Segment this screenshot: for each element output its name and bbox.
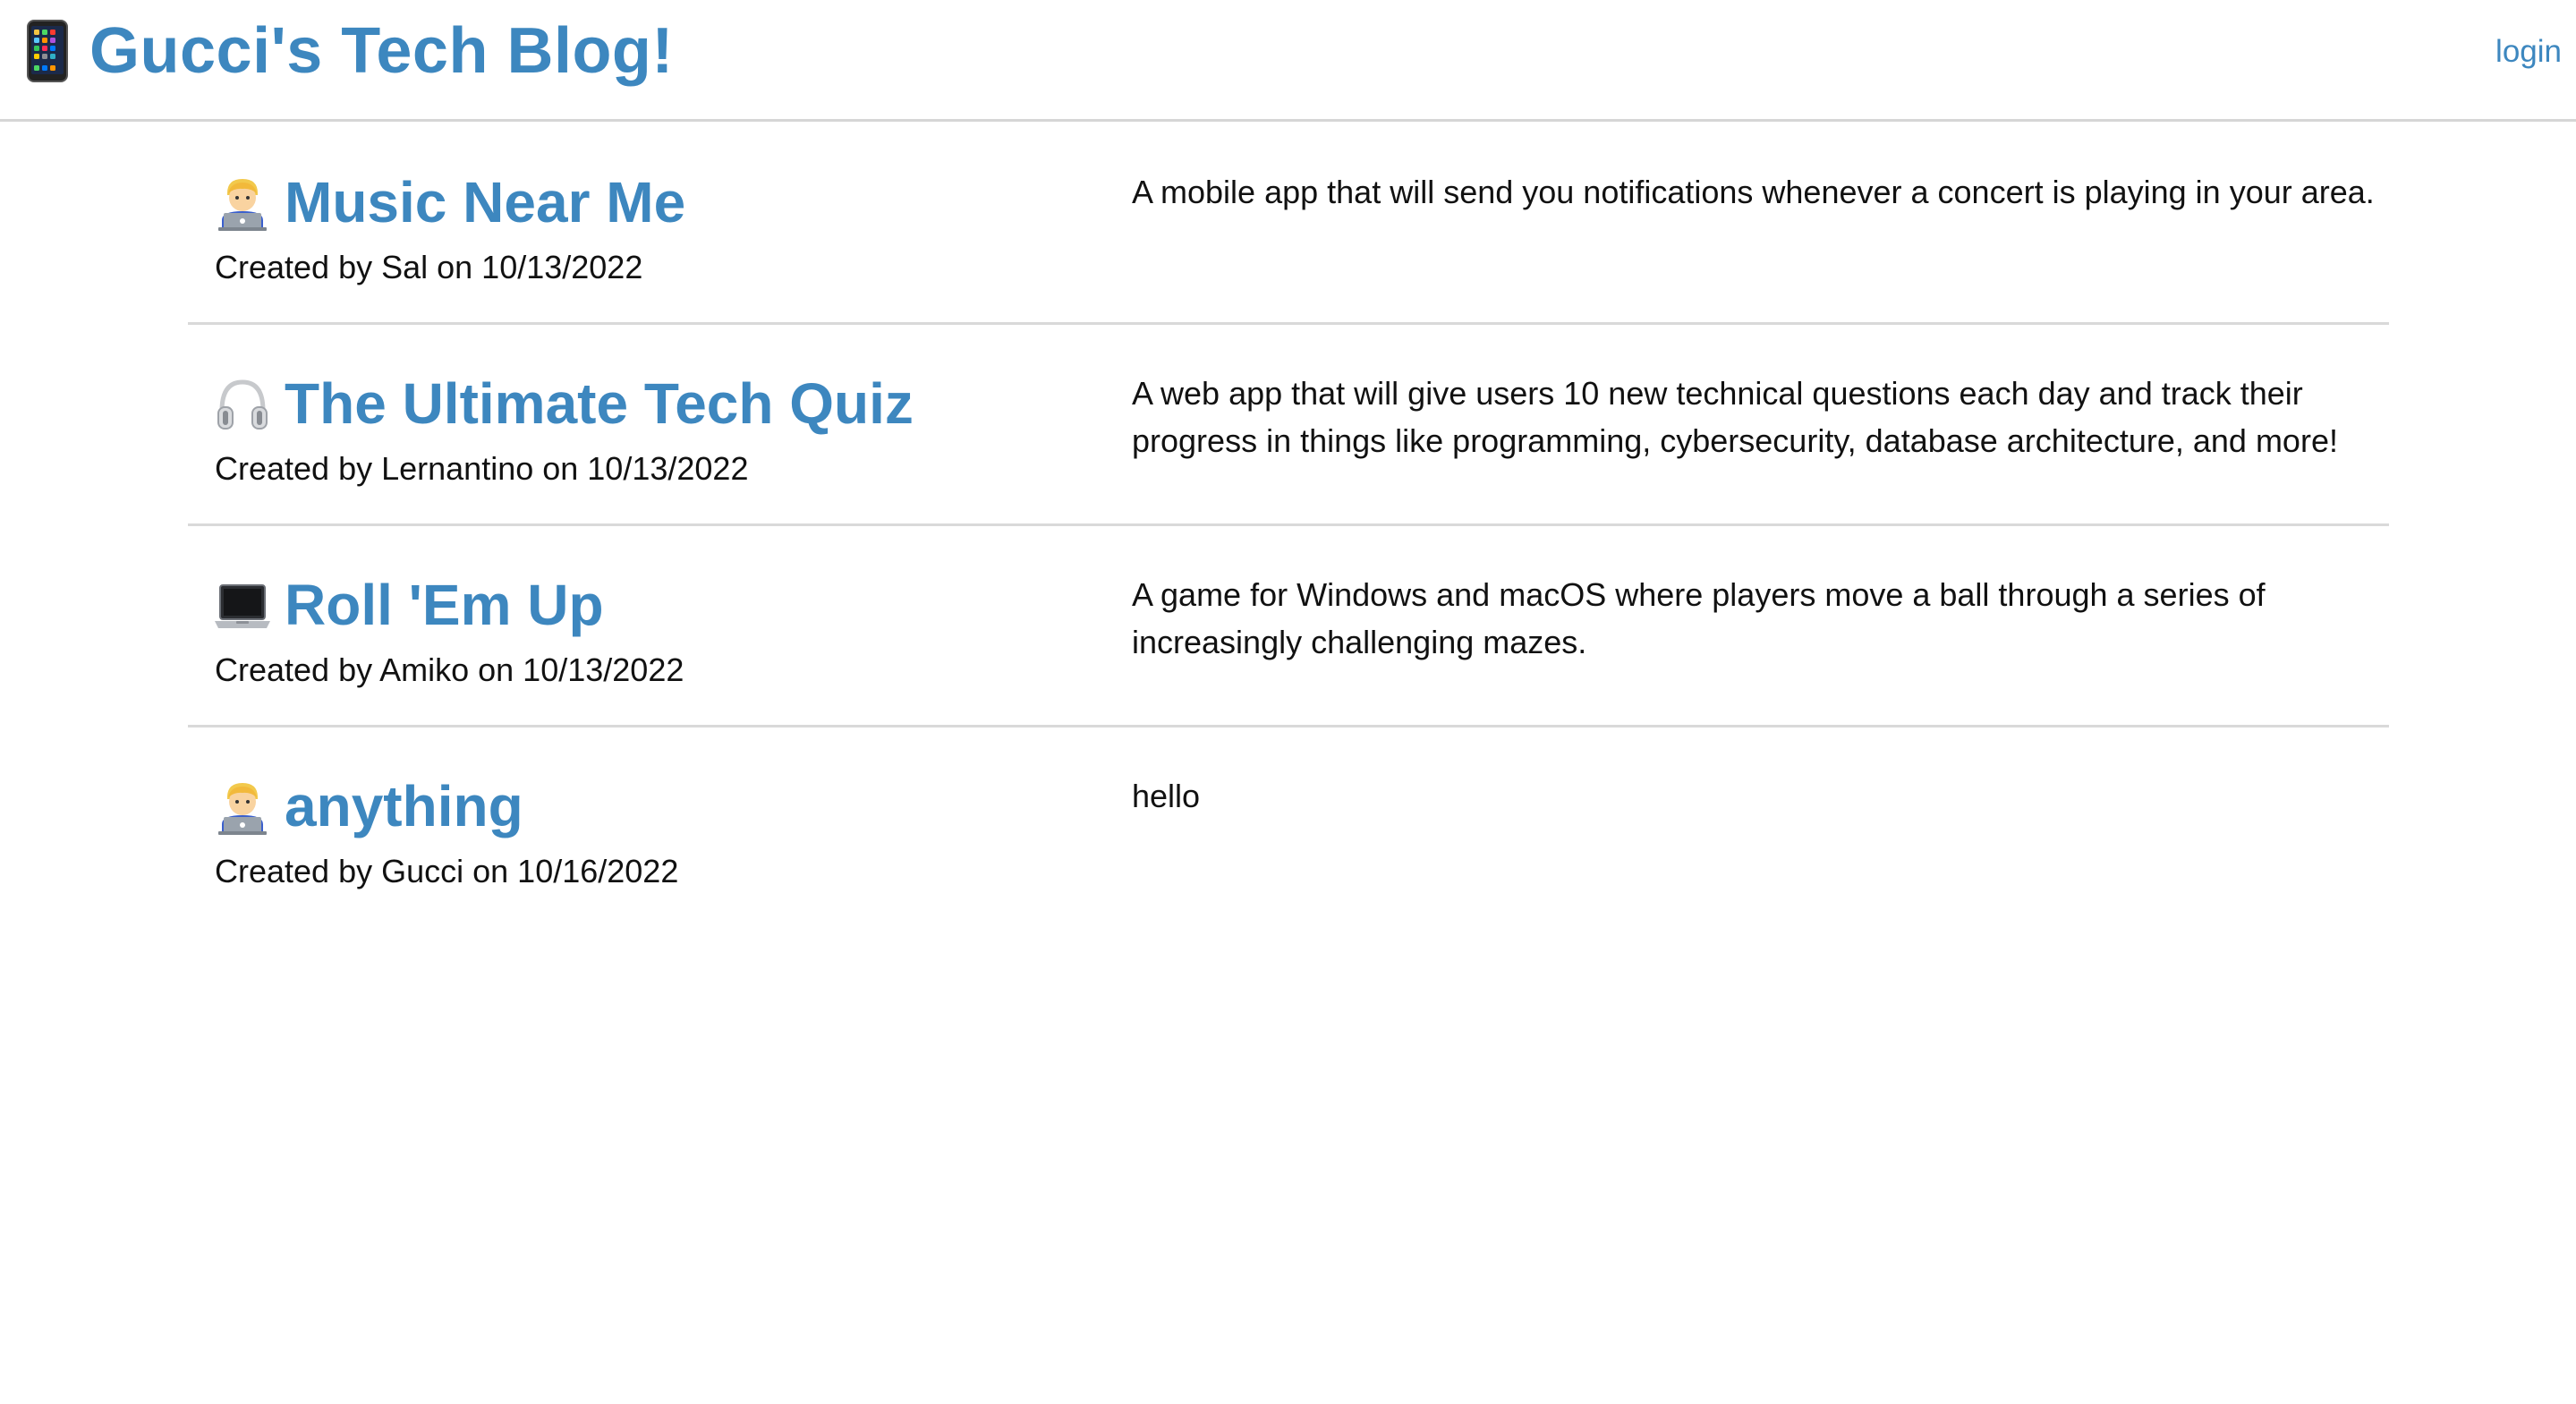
post-header: Music Near Me Created by Sal on 10/13/20… (215, 168, 1092, 286)
post-meta: Created by Amiko on 10/13/2022 (215, 651, 684, 688)
post-title-link[interactable]: The Ultimate Tech Quiz (285, 370, 914, 437)
post-title-link[interactable]: Music Near Me (285, 169, 685, 235)
technologist-icon (218, 179, 267, 231)
headphones-icon (217, 379, 268, 430)
post-meta: Created by Gucci on 10/16/2022 (215, 853, 679, 889)
post-title-link[interactable]: Roll 'Em Up (285, 572, 604, 638)
post-list: Music Near Me Created by Sal on 10/13/20… (188, 123, 2389, 929)
laptop-icon (215, 584, 270, 628)
post-header: anything Created by Gucci on 10/16/2022 (215, 772, 1092, 890)
login-link[interactable]: login (2495, 34, 2562, 70)
post-description: A web app that will give users 10 new te… (1132, 375, 2338, 459)
site-header: Gucci's Tech Blog! login (0, 0, 2576, 122)
post-title-row: Music Near Me (215, 168, 1092, 236)
post-item: Music Near Me Created by Sal on 10/13/20… (188, 123, 2389, 325)
site-title[interactable]: Gucci's Tech Blog! (89, 14, 674, 88)
post-title-row: Roll 'Em Up (215, 571, 1092, 639)
post-description: A game for Windows and macOS where playe… (1132, 576, 2266, 660)
post-item: anything Created by Gucci on 10/16/2022 … (188, 728, 2389, 929)
post-description: hello (1132, 778, 1201, 814)
post-meta: Created by Sal on 10/13/2022 (215, 249, 643, 285)
post-description: A mobile app that will send you notifica… (1132, 174, 2375, 210)
technologist-icon (218, 783, 267, 835)
mobile-phone-icon (27, 20, 68, 82)
post-item: The Ultimate Tech Quiz Created by Lernan… (188, 325, 2389, 526)
post-meta: Created by Lernantino on 10/13/2022 (215, 450, 749, 487)
site-home-link[interactable]: Gucci's Tech Blog! (23, 14, 674, 88)
post-title-row: The Ultimate Tech Quiz (215, 370, 1092, 438)
post-title-link[interactable]: anything (285, 773, 523, 839)
post-title-row: anything (215, 772, 1092, 840)
post-header: The Ultimate Tech Quiz Created by Lernan… (215, 370, 1092, 488)
post-item: Roll 'Em Up Created by Amiko on 10/13/20… (188, 526, 2389, 728)
post-header: Roll 'Em Up Created by Amiko on 10/13/20… (215, 571, 1092, 689)
